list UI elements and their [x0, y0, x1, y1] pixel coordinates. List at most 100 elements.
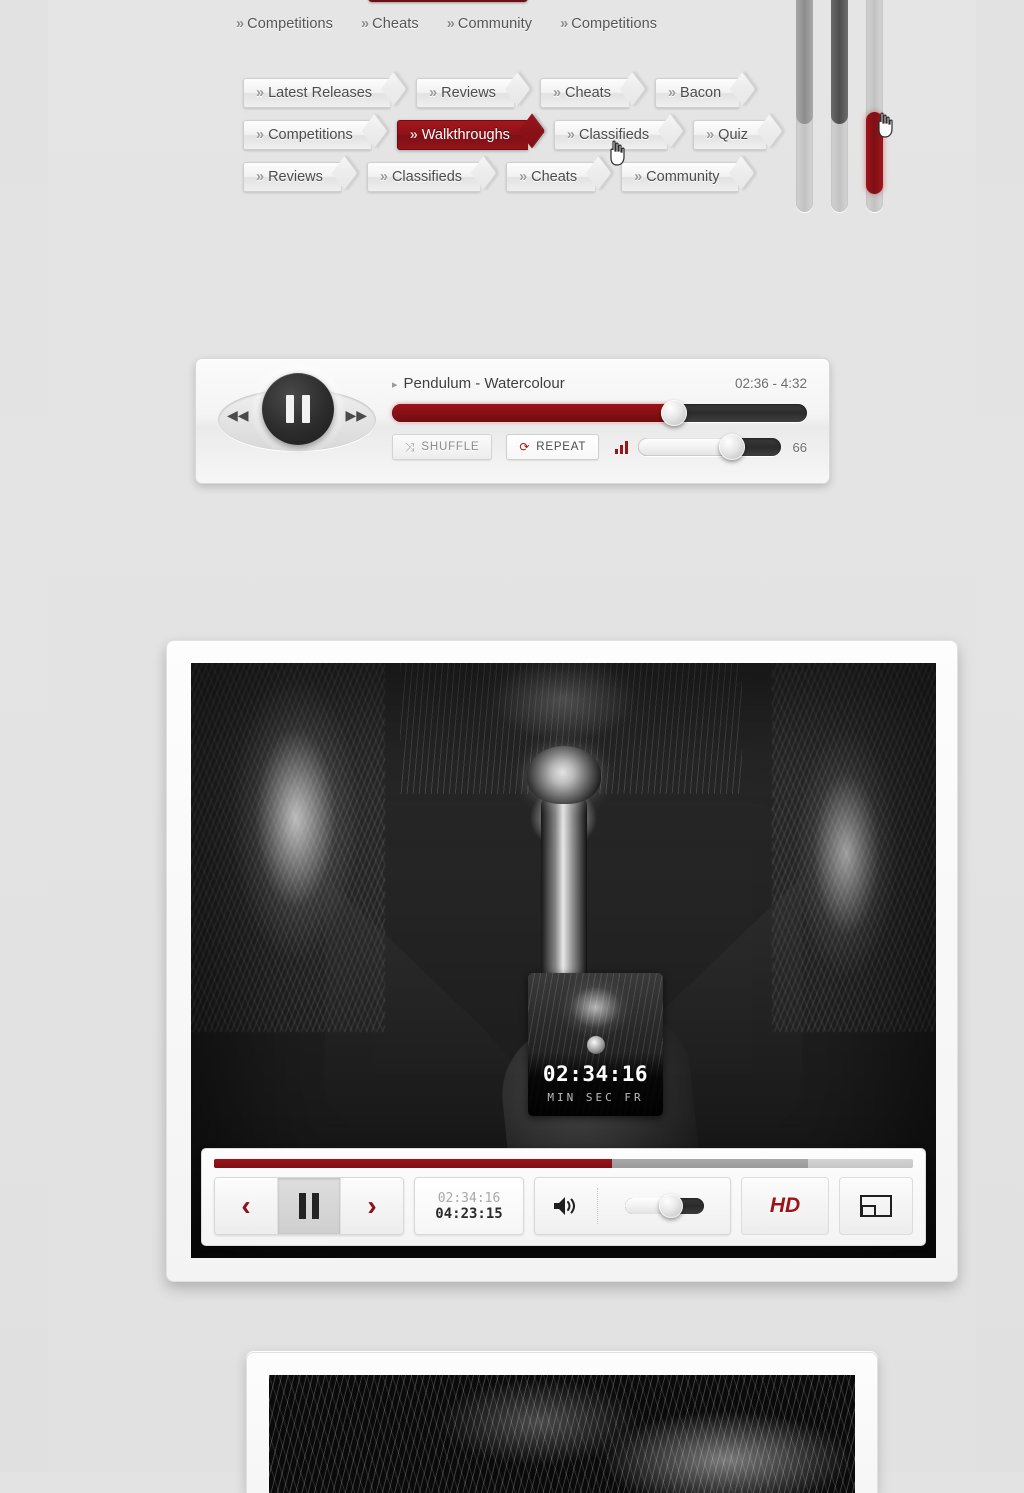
- breadcrumb-item-0[interactable]: » Competitions: [236, 16, 333, 32]
- video-played-fill: [214, 1159, 613, 1168]
- repeat-icon: ⟳: [519, 440, 531, 454]
- active-tab-topbar: [368, 0, 528, 2]
- chevron-double-right-icon: »: [256, 127, 265, 143]
- tab-row-1: » Competitions » Walkthroughs » Classifieds…: [243, 120, 792, 150]
- chevron-double-right-icon: »: [560, 16, 569, 32]
- audio-volume-value: 66: [792, 439, 807, 455]
- tab-row-2: » Reviews » Classifieds » Cheats » Community: [243, 162, 792, 192]
- page-canvas: » Competitions » Cheats » Community » Compet…: [48, 0, 976, 1493]
- chevron-double-right-icon: »: [409, 127, 418, 143]
- control-divider: [597, 1188, 599, 1224]
- video-previous-button[interactable]: ‹: [215, 1178, 278, 1234]
- video-pause-button[interactable]: [278, 1178, 341, 1234]
- audio-volume-knob[interactable]: [719, 434, 746, 460]
- video-stage-secondary[interactable]: [269, 1375, 855, 1493]
- tab-label: Reviews: [268, 169, 323, 185]
- video-duration: 04:23:15: [435, 1205, 503, 1222]
- vertical-slider-group: [796, 0, 893, 212]
- tab-label: Walkthroughs: [421, 127, 510, 143]
- tab-label: Latest Releases: [268, 85, 373, 101]
- chevron-double-right-icon: »: [634, 169, 643, 185]
- hand-cursor-icon-slider: [878, 112, 893, 138]
- audio-controls-row: ⤨ SHUFFLE ⟳ REPEAT 66: [392, 434, 807, 460]
- chevron-double-right-icon: »: [429, 85, 438, 101]
- tab-bacon[interactable]: » Bacon: [654, 78, 740, 108]
- video-volume-knob[interactable]: [658, 1194, 683, 1218]
- tab-latest-releases[interactable]: » Latest Releases: [243, 78, 391, 108]
- tab-quiz[interactable]: » Quiz: [693, 120, 766, 150]
- tab-classifieds-2[interactable]: » Classifieds: [366, 162, 481, 192]
- scrub-preview-thumbnail: 02:34:16 MIN SEC FR: [528, 973, 663, 1116]
- vertical-scrollbar-dark[interactable]: [831, 0, 848, 212]
- audio-transport: ◀◀ ▶▶: [218, 363, 376, 471]
- audio-time-display: 02:36 - 4:32: [734, 376, 807, 391]
- breadcrumb-item-2[interactable]: » Community: [447, 16, 532, 32]
- chevron-double-right-icon: »: [256, 85, 265, 101]
- chevron-double-right-icon: »: [519, 169, 528, 185]
- video-current-time: 02:34:16: [437, 1190, 501, 1206]
- tab-walkthroughs[interactable]: » Walkthroughs: [396, 120, 528, 150]
- video-volume-slider[interactable]: [625, 1194, 704, 1218]
- track-title: ▸ Pendulum - Watercolour: [392, 375, 565, 392]
- video-control-bar: ‹ › 02:34:16 04:23:15 HD: [201, 1148, 926, 1246]
- video-stage[interactable]: 02:34:16 MIN SEC FR ‹ › 02:34:16 04:23:1…: [191, 663, 936, 1258]
- scrollbar-thumb[interactable]: [831, 0, 848, 124]
- pause-icon: [299, 1193, 319, 1219]
- chevron-double-right-icon: »: [552, 85, 562, 101]
- hd-toggle-button[interactable]: HD: [741, 1177, 829, 1235]
- tab-classifieds[interactable]: » Classifieds: [553, 120, 668, 150]
- chevron-double-right-icon: »: [706, 127, 715, 143]
- audio-title-row: ▸ Pendulum - Watercolour 02:36 - 4:32: [392, 375, 807, 392]
- pause-icon-bar: [302, 395, 310, 423]
- audio-volume-slider[interactable]: [638, 434, 781, 460]
- tab-label: Competitions: [268, 127, 353, 143]
- audio-progress-fill: [392, 404, 675, 422]
- video-progress-bar[interactable]: [214, 1159, 913, 1168]
- tab-reviews[interactable]: » Reviews: [416, 78, 514, 108]
- tab-label: Reviews: [441, 85, 496, 101]
- breadcrumb-label: Community: [457, 16, 533, 32]
- chevron-double-right-icon: »: [667, 85, 677, 101]
- audio-info-area: ▸ Pendulum - Watercolour 02:36 - 4:32 ⤨ S…: [392, 375, 807, 460]
- video-player-panel: 02:34:16 MIN SEC FR ‹ › 02:34:16 04:23:1…: [166, 640, 958, 1282]
- scrub-timecode: 02:34:16: [542, 1062, 649, 1086]
- breadcrumb-item-1[interactable]: » Cheats: [361, 16, 419, 32]
- breadcrumb-item-3[interactable]: » Competitions: [560, 16, 657, 32]
- scrollbar-thumb[interactable]: [796, 0, 813, 124]
- repeat-button[interactable]: ⟳ REPEAT: [506, 434, 600, 460]
- vertical-scrollbar-light[interactable]: [796, 0, 813, 212]
- tab-label: Cheats: [531, 169, 578, 185]
- chevron-double-right-icon: »: [566, 127, 575, 143]
- audio-player: ◀◀ ▶▶ ▸ Pendulum - Watercolour 02:36 - 4:…: [195, 358, 830, 484]
- chevron-double-right-icon: »: [256, 169, 265, 185]
- tab-community[interactable]: » Community: [621, 162, 738, 192]
- breadcrumb-label: Competitions: [247, 16, 333, 32]
- shuffle-button[interactable]: ⤨ SHUFFLE: [392, 434, 493, 460]
- tab-label: Cheats: [565, 85, 611, 101]
- audio-volume-fill: [638, 438, 733, 456]
- video-mute-button[interactable]: [535, 1194, 597, 1218]
- picture-in-picture-button[interactable]: [839, 1177, 913, 1235]
- previous-track-button[interactable]: ◀◀: [227, 407, 249, 424]
- hd-label: HD: [769, 1194, 801, 1217]
- next-track-button[interactable]: ▶▶: [345, 407, 367, 424]
- play-pause-button[interactable]: [262, 373, 334, 445]
- tab-label: Community: [646, 169, 720, 185]
- tab-row-0: » Latest Releases » Reviews » Cheats » Bacon: [243, 78, 792, 108]
- chevron-left-icon: ‹: [241, 1190, 251, 1221]
- audio-progress-knob[interactable]: [661, 400, 688, 426]
- chevron-double-right-icon: »: [236, 16, 245, 32]
- shuffle-label: SHUFFLE: [421, 441, 480, 453]
- tab-label: Bacon: [680, 85, 722, 101]
- tab-reviews-2[interactable]: » Reviews: [243, 162, 341, 192]
- video-next-button[interactable]: ›: [341, 1178, 403, 1234]
- scrub-timecode-units: MIN SEC FR: [547, 1091, 644, 1104]
- tab-cheats[interactable]: » Cheats: [539, 78, 629, 108]
- play-triangle-icon: ▸: [392, 379, 398, 391]
- tab-competitions[interactable]: » Competitions: [243, 120, 371, 150]
- vertical-scrollbar-red[interactable]: [866, 0, 883, 212]
- pause-icon-bar: [286, 395, 294, 423]
- picture-in-picture-icon: [860, 1195, 892, 1217]
- tab-cheats-2[interactable]: » Cheats: [506, 162, 596, 192]
- audio-progress-bar[interactable]: [392, 400, 807, 426]
